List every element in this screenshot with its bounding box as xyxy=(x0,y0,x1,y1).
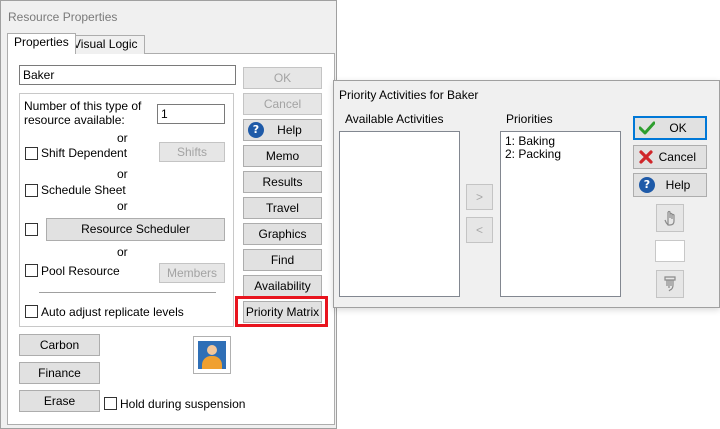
dialog-help-label: Help xyxy=(665,178,691,192)
schedule-sheet-checkbox[interactable] xyxy=(25,184,38,197)
move-up-hand-button[interactable] xyxy=(656,204,684,232)
hold-during-suspension-label: Hold during suspension xyxy=(120,397,246,411)
priority-value-input[interactable] xyxy=(655,240,685,262)
carbon-button[interactable]: Carbon xyxy=(19,334,100,356)
dialog-ok-button[interactable]: OK xyxy=(633,116,707,140)
pool-resource-checkbox[interactable] xyxy=(25,264,38,277)
memo-button[interactable]: Memo xyxy=(243,145,322,167)
resource-scheduler-button[interactable]: Resource Scheduler xyxy=(46,218,225,241)
hand-up-icon xyxy=(664,210,675,226)
dialog-ok-label: OK xyxy=(669,121,687,135)
erase-button[interactable]: Erase xyxy=(19,390,100,412)
shift-dependent-checkbox[interactable] xyxy=(25,147,38,160)
or-label: or xyxy=(117,167,128,181)
pool-resource-label: Pool Resource xyxy=(41,264,120,278)
priorities-label: Priorities xyxy=(506,112,553,126)
or-label: or xyxy=(117,245,128,259)
dialog-help-button[interactable]: ? Help xyxy=(633,173,707,197)
person-icon xyxy=(198,341,226,369)
tab-properties[interactable]: Properties xyxy=(7,33,76,54)
priorities-list[interactable]: 1: Baking 2: Packing xyxy=(500,131,621,297)
travel-button[interactable]: Travel xyxy=(243,197,322,219)
resource-picture-button[interactable] xyxy=(193,336,231,374)
availability-button[interactable]: Availability xyxy=(243,275,322,297)
available-activities-list[interactable] xyxy=(339,131,460,297)
list-item[interactable]: 2: Packing xyxy=(505,148,616,161)
dialog-cancel-button[interactable]: Cancel xyxy=(633,145,707,169)
help-button-label: Help xyxy=(277,123,302,137)
or-label: or xyxy=(117,199,128,213)
help-icon: ? xyxy=(248,122,264,138)
cancel-x-icon xyxy=(638,148,655,166)
dialog-cancel-label: Cancel xyxy=(658,150,696,164)
move-left-button[interactable]: < xyxy=(466,217,493,243)
find-button[interactable]: Find xyxy=(243,249,322,271)
ok-button[interactable]: OK xyxy=(243,67,322,89)
shift-dependent-label: Shift Dependent xyxy=(41,146,128,160)
separator xyxy=(39,292,216,294)
num-available-label: Number of this type of resource availabl… xyxy=(24,99,142,127)
or-label: or xyxy=(117,131,128,145)
schedule-sheet-label: Schedule Sheet xyxy=(41,183,126,197)
move-down-hand-button[interactable] xyxy=(656,270,684,298)
dialog-title: Priority Activities for Baker xyxy=(339,88,479,102)
tab-visual-logic[interactable]: Visual Logic xyxy=(66,35,145,54)
move-right-button[interactable]: > xyxy=(466,184,493,210)
finance-button[interactable]: Finance xyxy=(19,362,100,384)
auto-adjust-label: Auto adjust replicate levels xyxy=(41,305,184,319)
cancel-button[interactable]: Cancel xyxy=(243,93,322,115)
available-activities-label: Available Activities xyxy=(345,112,444,126)
results-button[interactable]: Results xyxy=(243,171,322,193)
hold-during-suspension-checkbox[interactable] xyxy=(104,397,117,410)
resource-scheduler-checkbox[interactable] xyxy=(25,223,38,236)
help-icon: ? xyxy=(638,176,656,194)
help-button[interactable]: ? Help xyxy=(243,119,322,141)
window-title: Resource Properties xyxy=(8,10,118,24)
num-available-input[interactable]: 1 xyxy=(157,104,225,124)
shifts-button[interactable]: Shifts xyxy=(159,142,225,162)
resource-name-input[interactable]: Baker xyxy=(19,65,236,85)
members-button[interactable]: Members xyxy=(159,263,225,283)
priority-matrix-highlight xyxy=(235,296,328,327)
auto-adjust-checkbox[interactable] xyxy=(25,305,38,318)
graphics-button[interactable]: Graphics xyxy=(243,223,322,245)
checkmark-icon xyxy=(638,119,656,137)
hand-down-icon xyxy=(664,276,676,292)
